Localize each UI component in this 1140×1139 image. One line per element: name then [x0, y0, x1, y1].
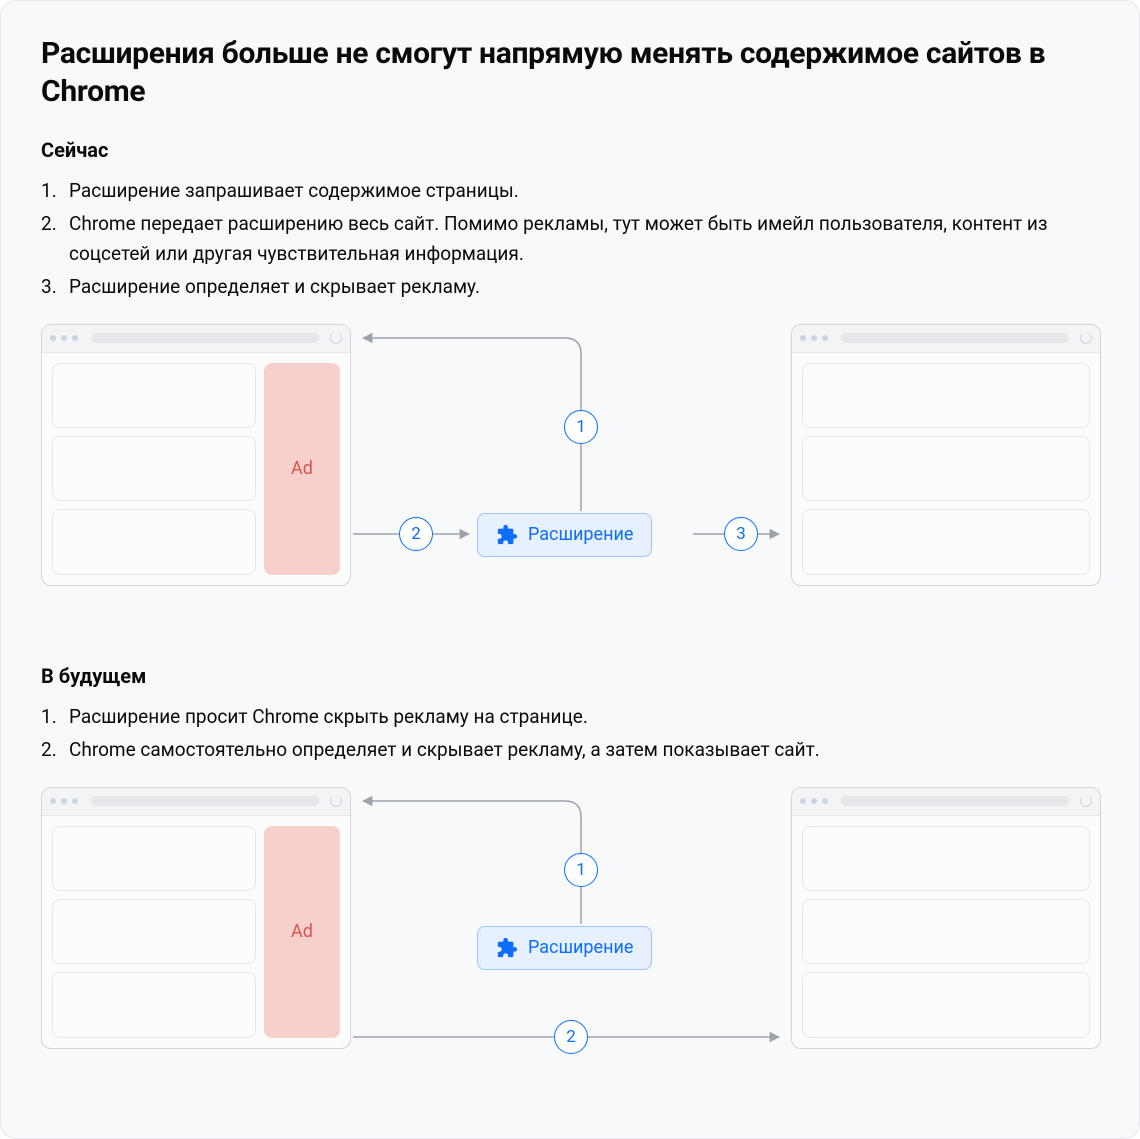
list-item: Расширение просит Chrome скрыть рекламу … — [41, 702, 1099, 731]
reload-icon — [330, 332, 342, 344]
window-dot-icon — [50, 335, 56, 341]
diagram-now: Ad Расши — [41, 324, 1101, 614]
content-block — [52, 363, 256, 428]
window-dot-icon — [800, 798, 806, 804]
section-now-list: Расширение запрашивает содержимое страни… — [41, 176, 1099, 302]
window-dot-icon — [822, 798, 828, 804]
list-item: Chrome передает расширению весь сайт. По… — [41, 209, 1099, 268]
browser-window-with-ad: Ad — [41, 324, 351, 586]
diagram-future: Ad — [41, 787, 1101, 1077]
content-block — [52, 509, 256, 574]
main-title: Расширения больше не смогут напрямую мен… — [41, 35, 1099, 110]
content-block — [52, 972, 256, 1037]
list-item: Расширение определяет и скрывает рекламу… — [41, 272, 1099, 301]
extension-badge: Расширение — [477, 926, 652, 970]
browser-window-with-ad: Ad — [41, 787, 351, 1049]
window-dot-icon — [61, 335, 67, 341]
section-now-heading: Сейчас — [41, 138, 1099, 162]
window-titlebar — [792, 325, 1100, 353]
content-block — [802, 509, 1090, 574]
step-badge-2: 2 — [554, 1020, 588, 1054]
window-dot-icon — [72, 798, 78, 804]
content-block — [802, 363, 1090, 428]
step-badge-1: 1 — [564, 410, 598, 444]
content-block — [52, 436, 256, 501]
extension-label: Расширение — [528, 937, 633, 958]
step-badge-1: 1 — [564, 853, 598, 887]
step-badge-3: 3 — [724, 517, 758, 551]
window-dot-icon — [72, 335, 78, 341]
section-future-list: Расширение просит Chrome скрыть рекламу … — [41, 702, 1099, 765]
window-titlebar — [42, 788, 350, 816]
url-bar — [91, 333, 319, 343]
window-titlebar — [42, 325, 350, 353]
reload-icon — [1080, 332, 1092, 344]
url-bar — [841, 796, 1069, 806]
extension-badge: Расширение — [477, 513, 652, 557]
browser-window-clean — [791, 324, 1101, 586]
list-item: Chrome самостоятельно определяет и скрыв… — [41, 735, 1099, 764]
content-block — [802, 436, 1090, 501]
browser-window-clean — [791, 787, 1101, 1049]
content-block — [802, 826, 1090, 891]
url-bar — [841, 333, 1069, 343]
step-badge-2: 2 — [399, 517, 433, 551]
window-dot-icon — [61, 798, 67, 804]
window-dot-icon — [811, 798, 817, 804]
content-block — [52, 899, 256, 964]
content-block — [802, 899, 1090, 964]
list-item: Расширение запрашивает содержимое страни… — [41, 176, 1099, 205]
url-bar — [91, 796, 319, 806]
info-card: Расширения больше не смогут напрямую мен… — [0, 0, 1140, 1139]
ad-block: Ad — [264, 826, 340, 1038]
section-future-heading: В будущем — [41, 664, 1099, 688]
puzzle-icon — [496, 524, 518, 546]
ad-block: Ad — [264, 363, 340, 575]
window-dot-icon — [811, 335, 817, 341]
extension-label: Расширение — [528, 524, 633, 545]
window-dot-icon — [822, 335, 828, 341]
content-block — [802, 972, 1090, 1037]
puzzle-icon — [496, 937, 518, 959]
window-titlebar — [792, 788, 1100, 816]
window-dot-icon — [800, 335, 806, 341]
reload-icon — [1080, 795, 1092, 807]
content-block — [52, 826, 256, 891]
reload-icon — [330, 795, 342, 807]
window-dot-icon — [50, 798, 56, 804]
